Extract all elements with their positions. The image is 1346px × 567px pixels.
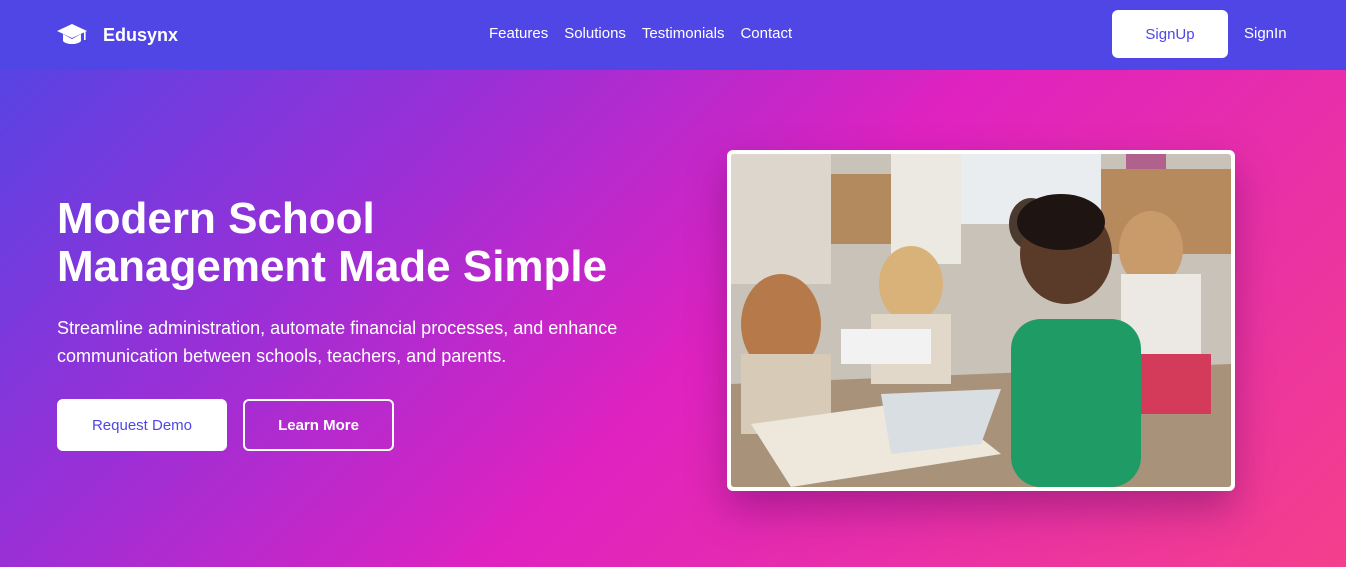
nav-link-solutions[interactable]: Solutions	[564, 25, 626, 42]
request-demo-button[interactable]: Request Demo	[57, 399, 227, 451]
hero-title-line-2: Management Made Simple	[57, 242, 608, 291]
hero-title-line-1: Modern School	[57, 194, 375, 243]
signup-button[interactable]: SignUp	[1112, 10, 1228, 58]
classroom-photo	[731, 154, 1231, 487]
main-nav: Features Solutions Testimonials Contact	[489, 25, 808, 42]
brand-logo[interactable]: Edusynx	[56, 22, 178, 48]
graduation-cap-icon	[57, 24, 87, 44]
signin-link[interactable]: SignIn	[1244, 25, 1287, 42]
hero-image	[727, 150, 1235, 491]
nav-link-features[interactable]: Features	[489, 25, 548, 42]
learn-more-button[interactable]: Learn More	[243, 399, 394, 451]
brand-name: Edusynx	[103, 24, 179, 45]
hero-subtitle: Streamline administration, automate fina…	[57, 318, 618, 366]
nav-link-testimonials[interactable]: Testimonials	[642, 25, 725, 42]
top-navbar: Edusynx Features Solutions Testimonials …	[0, 0, 1346, 70]
nav-link-contact[interactable]: Contact	[740, 25, 792, 42]
hero-title: Modern School Management Made Simple	[57, 195, 707, 291]
